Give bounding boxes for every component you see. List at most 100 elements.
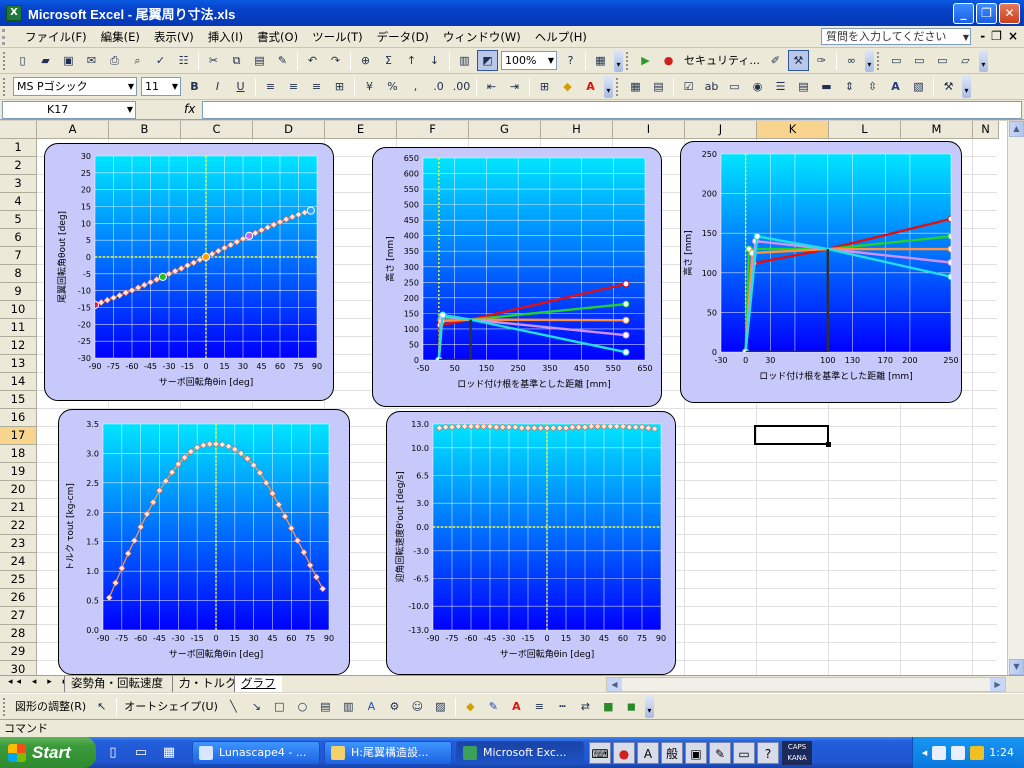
ime-keyboard-icon[interactable]: ⌨ <box>589 741 611 764</box>
task-lunascape[interactable]: Lunascape4 - ... <box>192 740 320 765</box>
row-header-1[interactable]: 1 <box>0 139 37 157</box>
sheet-tab-graph[interactable]: グラフ <box>234 676 282 692</box>
listbox-control-icon[interactable]: ☰ <box>770 76 791 97</box>
toolbar-grip[interactable] <box>3 77 8 96</box>
toolbar-options-icon[interactable]: ▾ <box>978 49 988 72</box>
zoom-select[interactable]: 100% ▼ <box>501 51 557 70</box>
format-painter-icon[interactable]: ✎ <box>272 50 293 71</box>
row-header-22[interactable]: 22 <box>0 517 37 535</box>
folder-up-icon[interactable]: ▭ <box>909 50 930 71</box>
row-header-11[interactable]: 11 <box>0 319 37 337</box>
security-button[interactable]: セキュリティ... <box>680 51 764 71</box>
script-editor-icon[interactable]: ✑ <box>811 50 832 71</box>
start-button[interactable]: Start <box>0 737 96 768</box>
row-header-24[interactable]: 24 <box>0 553 37 571</box>
row-header-18[interactable]: 18 <box>0 445 37 463</box>
ime-tools-icon[interactable]: ✎ <box>709 741 731 764</box>
menu-tools[interactable]: ツール(T) <box>305 27 370 47</box>
pdf-icon[interactable]: ▦ <box>590 50 611 71</box>
textbox-tool-icon[interactable]: ▤ <box>315 696 336 717</box>
chart-torque[interactable]: -90 -75 -60 -45 -30 -15 0 15 30 45 60 75 90 3.5 3.0 2.5… <box>58 409 350 675</box>
run-macro-icon[interactable]: ▶ <box>635 50 656 71</box>
workbook-restore-button[interactable]: ❐ <box>991 29 1002 43</box>
font-size-select[interactable]: 11 ▼ <box>141 77 181 96</box>
row-header-16[interactable]: 16 <box>0 409 37 427</box>
help-search-input[interactable]: 質問を入力してください ▼ <box>821 28 971 45</box>
picture-icon[interactable]: ▨ <box>430 696 451 717</box>
row-header-4[interactable]: 4 <box>0 193 37 211</box>
line-color-icon[interactable]: ✎ <box>483 696 504 717</box>
record-macro-icon[interactable]: ● <box>658 50 679 71</box>
decrease-decimal-icon[interactable]: .00 <box>451 76 472 97</box>
column-header-m[interactable]: M <box>901 121 973 139</box>
menu-file[interactable]: ファイル(F) <box>18 27 94 47</box>
merge-center-icon[interactable]: ⊞ <box>329 76 350 97</box>
more-controls-icon[interactable]: ⚒ <box>938 76 959 97</box>
rectangle-tool-icon[interactable]: □ <box>269 696 290 717</box>
ime-help-icon[interactable]: ? <box>757 741 779 764</box>
toolbar-grip[interactable] <box>626 51 631 70</box>
column-header-g[interactable]: G <box>469 121 541 139</box>
align-right-icon[interactable]: ≡ <box>306 76 327 97</box>
toolbar-grip[interactable] <box>616 77 621 96</box>
drawing-icon[interactable]: ◩ <box>477 50 498 71</box>
network-icon[interactable] <box>932 745 947 760</box>
cut-icon[interactable]: ✂ <box>203 50 224 71</box>
hyperlink-icon[interactable]: ⊕ <box>355 50 376 71</box>
chart-servo-vs-tail-angle[interactable]: -90 -75 -60 -45 -30 -15 0 15 30 45 60 75 90 30 25 20 15 1… <box>44 143 334 401</box>
ime-conversion-mode[interactable]: 般 <box>661 741 683 764</box>
row-header-7[interactable]: 7 <box>0 247 37 265</box>
chart-linkage-geometry-wide[interactable]: -50 50 150 250 350 450 550 650 650 600 550 500 450 40… <box>372 147 662 407</box>
sort-descending-icon[interactable]: ↓ <box>424 50 445 71</box>
column-header-h[interactable]: H <box>541 121 613 139</box>
ime-pen-icon[interactable]: ▭ <box>733 741 755 764</box>
undo-icon[interactable]: ↶ <box>302 50 323 71</box>
permission-icon[interactable]: ✉ <box>81 50 102 71</box>
column-header-b[interactable]: B <box>109 121 181 139</box>
scroll-right-icon[interactable]: ▶ <box>990 678 1005 691</box>
italic-icon[interactable]: I <box>207 76 228 97</box>
research-icon[interactable]: ☷ <box>173 50 194 71</box>
menubar-grip[interactable] <box>2 28 16 45</box>
toolbar-options-icon[interactable]: ▾ <box>864 49 874 72</box>
sheet-tab-force-torque[interactable]: 力・トルク <box>172 676 243 692</box>
row-header-13[interactable]: 13 <box>0 355 37 373</box>
option-button-control-icon[interactable]: ◉ <box>747 76 768 97</box>
menu-data[interactable]: データ(D) <box>370 27 436 47</box>
quicklaunch-icon-1[interactable]: ▯ <box>102 742 124 764</box>
folder-new-icon[interactable]: ▭ <box>932 50 953 71</box>
row-header-19[interactable]: 19 <box>0 463 37 481</box>
row-header-8[interactable]: 8 <box>0 265 37 283</box>
row-header-6[interactable]: 6 <box>0 229 37 247</box>
oval-tool-icon[interactable]: ○ <box>292 696 313 717</box>
clipart-icon[interactable]: ☺ <box>407 696 428 717</box>
row-header-29[interactable]: 29 <box>0 643 37 661</box>
currency-icon[interactable]: ¥ <box>359 76 380 97</box>
adjust-shapes-menu[interactable]: 図形の調整(R) <box>11 697 90 717</box>
row-header-2[interactable]: 2 <box>0 157 37 175</box>
redo-icon[interactable]: ↷ <box>325 50 346 71</box>
toolbar-options-icon[interactable]: ▾ <box>614 49 623 72</box>
dash-style-icon[interactable]: ┅ <box>552 696 573 717</box>
worksheet-grid[interactable]: A B C D E F G H I J K L M N 1 2 3 4 5 6 7 8 9 10 11 12 13 14 15 16 17 1… <box>0 121 1024 675</box>
shadow-icon[interactable]: ■ <box>598 696 619 717</box>
scroll-left-icon[interactable]: ◀ <box>607 678 622 691</box>
wordart-icon[interactable]: A <box>361 696 382 717</box>
quicklaunch-icon-3[interactable]: ▦ <box>158 742 180 764</box>
toggle-control-icon[interactable]: ▬ <box>816 76 837 97</box>
toolbar-options-icon[interactable]: ▾ <box>962 75 971 98</box>
row-header-12[interactable]: 12 <box>0 337 37 355</box>
close-button[interactable]: ✕ <box>999 3 1020 24</box>
increase-decimal-icon[interactable]: .0 <box>428 76 449 97</box>
chart-wizard-icon[interactable]: ▥ <box>454 50 475 71</box>
arrow-tool-icon[interactable]: ↘ <box>246 696 267 717</box>
folder-icon[interactable]: ▭ <box>886 50 907 71</box>
row-header-25[interactable]: 25 <box>0 571 37 589</box>
menu-format[interactable]: 書式(O) <box>250 27 305 47</box>
select-all-corner[interactable] <box>0 121 37 139</box>
name-box[interactable]: K17 ▼ <box>2 101 136 119</box>
ime-dictionary-icon[interactable]: ▣ <box>685 741 707 764</box>
3d-icon[interactable]: ◼ <box>621 696 642 717</box>
align-center-icon[interactable]: ≡ <box>283 76 304 97</box>
toolbar-grip[interactable] <box>876 51 882 70</box>
